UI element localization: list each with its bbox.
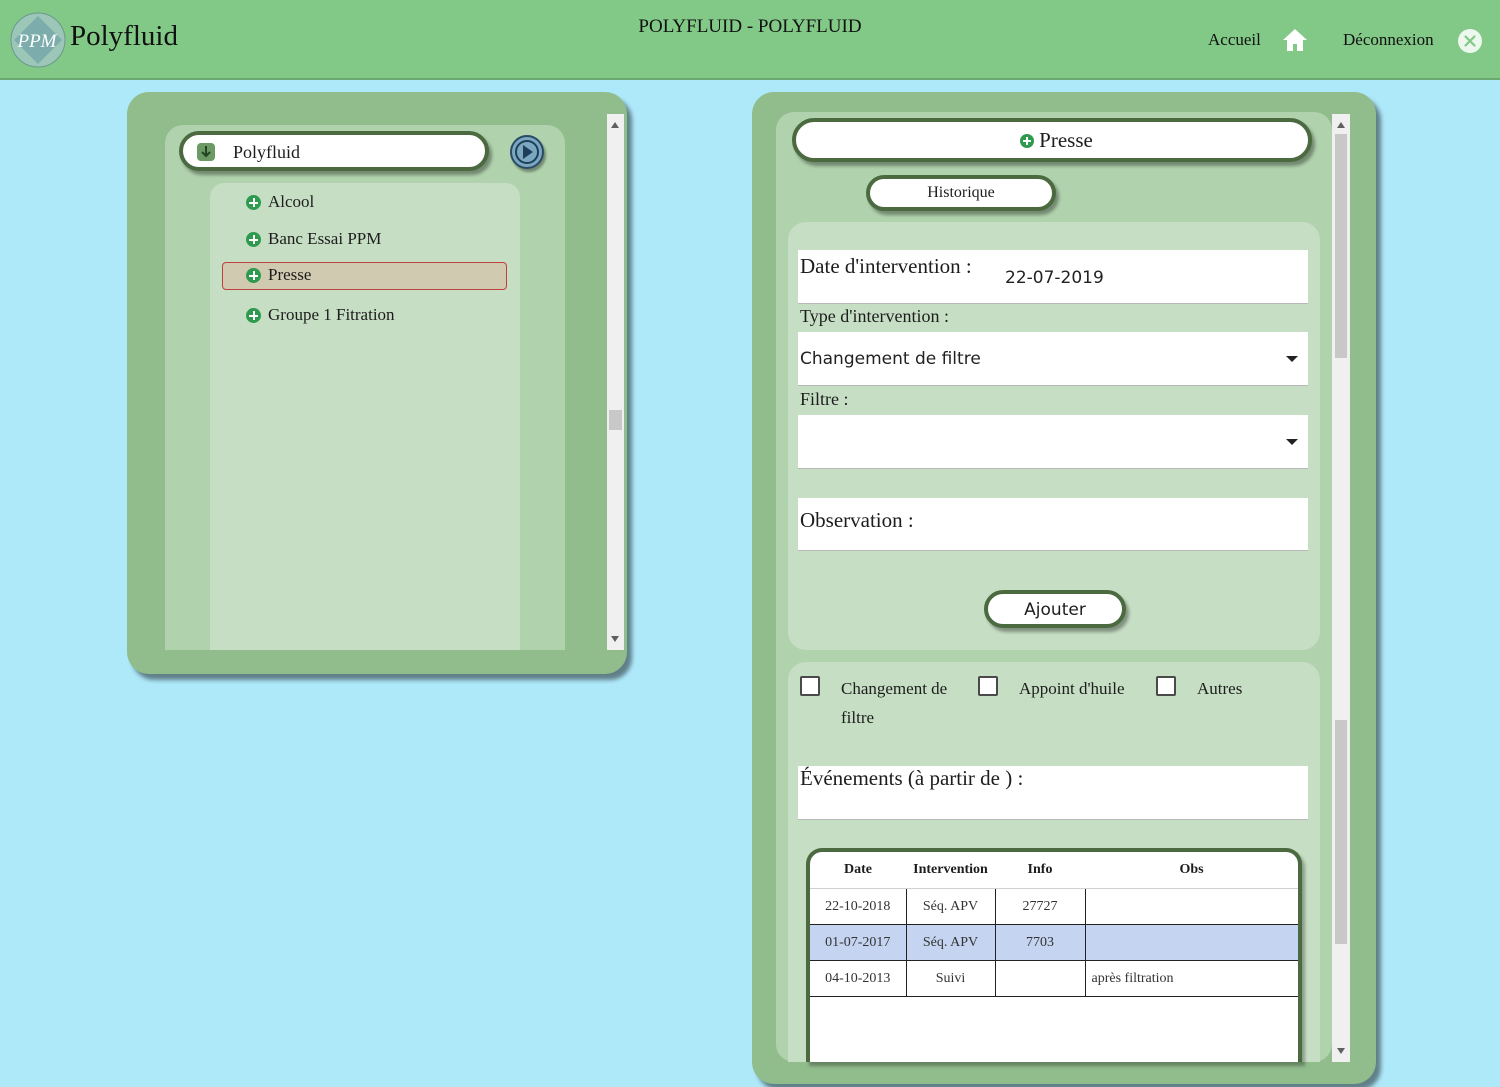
dropdown-caret-icon[interactable] xyxy=(1286,439,1298,445)
tree-children-list: Alcool Banc Essai PPM Presse Groupe 1 Fi… xyxy=(210,183,520,650)
tree-item-presse[interactable]: Presse xyxy=(222,262,507,290)
equipment-tree-panel: Polyfluid Alcool Banc Essai PPM Presse G… xyxy=(127,92,627,674)
equipment-title-pill[interactable]: Presse xyxy=(792,118,1312,162)
tree-item-label: Presse xyxy=(268,265,312,284)
table-header-row: Date Intervention Info Obs xyxy=(810,852,1298,889)
page-title: POLYFLUID - POLYFLUID xyxy=(638,16,862,37)
type-label: Type d'intervention : xyxy=(800,306,949,326)
date-value[interactable]: 22-07-2019 xyxy=(1005,268,1104,288)
close-icon[interactable] xyxy=(1458,29,1482,53)
cell-info xyxy=(995,960,1086,997)
column-header-intervention[interactable]: Intervention xyxy=(906,852,995,889)
plus-circle-icon xyxy=(246,268,261,283)
cell-intervention: Séq. APV xyxy=(906,924,996,961)
tree-root-item[interactable]: Polyfluid xyxy=(179,131,489,171)
logout-link[interactable]: Déconnexion xyxy=(1343,30,1434,50)
checkbox-label-line1: Changement de xyxy=(841,679,948,698)
play-arrow-icon xyxy=(515,140,539,164)
oil-topup-label: Appoint d'huile xyxy=(1019,679,1125,698)
cell-date: 04-10-2013 xyxy=(810,960,907,997)
top-bar: PPM Polyfluid POLYFLUID - POLYFLUID Accu… xyxy=(0,0,1500,80)
intervention-form: Date d'intervention : 22-07-2019 Type d'… xyxy=(788,222,1320,650)
tree-item-label: Groupe 1 Fitration xyxy=(268,305,395,324)
events-from-label: Événements (à partir de ) : xyxy=(800,766,1024,790)
table-row[interactable]: 04-10-2013 Suivi après filtration xyxy=(810,960,1298,997)
cell-intervention: Séq. APV xyxy=(906,888,996,925)
filter-change-label: Changement de filtre xyxy=(841,674,947,732)
tree-item-alcool[interactable]: Alcool xyxy=(222,189,507,217)
filter-select[interactable] xyxy=(798,415,1308,469)
column-header-info[interactable]: Info xyxy=(995,852,1085,889)
observation-label: Observation : xyxy=(800,508,914,532)
home-link[interactable]: Accueil xyxy=(1208,30,1261,50)
tree-root-label: Polyfluid xyxy=(233,142,301,162)
plus-circle-icon xyxy=(246,308,261,323)
cell-obs xyxy=(1085,888,1298,925)
equipment-title: Presse xyxy=(1039,128,1093,152)
filter-label: Filtre : xyxy=(800,389,849,409)
type-value: Changement de filtre xyxy=(800,349,981,369)
events-table-container: Date Intervention Info Obs 22-10-2018 Sé… xyxy=(806,848,1302,1062)
home-icon[interactable] xyxy=(1282,28,1308,52)
navigate-arrow-button[interactable] xyxy=(510,135,544,169)
cell-info: 7703 xyxy=(995,924,1086,961)
plus-circle-icon xyxy=(246,232,261,247)
cell-obs xyxy=(1085,924,1298,961)
tree-container: Polyfluid Alcool Banc Essai PPM Presse G… xyxy=(165,125,565,650)
tree-item-banc-essai[interactable]: Banc Essai PPM xyxy=(222,226,507,254)
scroll-down-icon[interactable] xyxy=(611,636,619,642)
detail-panel: Presse Historique Date d'intervention : … xyxy=(752,92,1376,1084)
events-table: Date Intervention Info Obs 22-10-2018 Sé… xyxy=(810,852,1298,997)
scroll-down-icon[interactable] xyxy=(1337,1048,1345,1054)
scroll-thumb-secondary[interactable] xyxy=(1335,720,1347,944)
history-button-label: Historique xyxy=(927,184,995,201)
cell-date: 01-07-2017 xyxy=(810,924,907,961)
cell-obs: après filtration xyxy=(1085,960,1298,997)
date-label: Date d'intervention : xyxy=(800,254,972,278)
filter-change-checkbox[interactable] xyxy=(800,676,820,696)
type-select[interactable]: Changement de filtre xyxy=(798,332,1308,386)
cell-date: 22-10-2018 xyxy=(810,888,907,925)
folder-icon xyxy=(197,143,215,161)
other-label: Autres xyxy=(1197,679,1243,698)
tree-item-label: Alcool xyxy=(268,192,315,211)
scroll-up-icon[interactable] xyxy=(1337,122,1345,128)
scroll-thumb[interactable] xyxy=(1335,134,1347,358)
scroll-thumb[interactable] xyxy=(609,410,622,430)
detail-container: Presse Historique Date d'intervention : … xyxy=(776,112,1332,1062)
cell-info: 27727 xyxy=(995,888,1086,925)
tree-item-label: Banc Essai PPM xyxy=(268,229,382,248)
other-checkbox[interactable] xyxy=(1156,676,1176,696)
checkbox-label-line2: filtre xyxy=(841,708,875,727)
column-header-obs[interactable]: Obs xyxy=(1085,852,1298,889)
plus-circle-icon xyxy=(246,195,261,210)
events-filter-box: Changement de filtre Appoint d'huile Aut… xyxy=(788,662,1320,1062)
scroll-up-icon[interactable] xyxy=(611,122,619,128)
add-button-label: Ajouter xyxy=(1024,600,1086,620)
observation-field[interactable]: Observation : xyxy=(798,498,1308,551)
table-row[interactable]: 01-07-2017 Séq. APV 7703 xyxy=(810,924,1298,961)
dropdown-caret-icon[interactable] xyxy=(1286,356,1298,362)
table-row[interactable]: 22-10-2018 Séq. APV 27727 xyxy=(810,888,1298,925)
oil-topup-checkbox[interactable] xyxy=(978,676,998,696)
column-header-date[interactable]: Date xyxy=(810,852,906,889)
history-button[interactable]: Historique xyxy=(866,175,1056,211)
tree-scrollbar[interactable] xyxy=(607,114,624,650)
events-from-field[interactable]: Événements (à partir de ) : xyxy=(798,766,1308,820)
tree-item-groupe-filtration[interactable]: Groupe 1 Fitration xyxy=(222,302,507,330)
detail-scrollbar[interactable] xyxy=(1332,114,1350,1062)
cell-intervention: Suivi xyxy=(906,960,996,997)
date-field[interactable]: Date d'intervention : 22-07-2019 xyxy=(798,250,1308,304)
add-button[interactable]: Ajouter xyxy=(984,590,1126,628)
